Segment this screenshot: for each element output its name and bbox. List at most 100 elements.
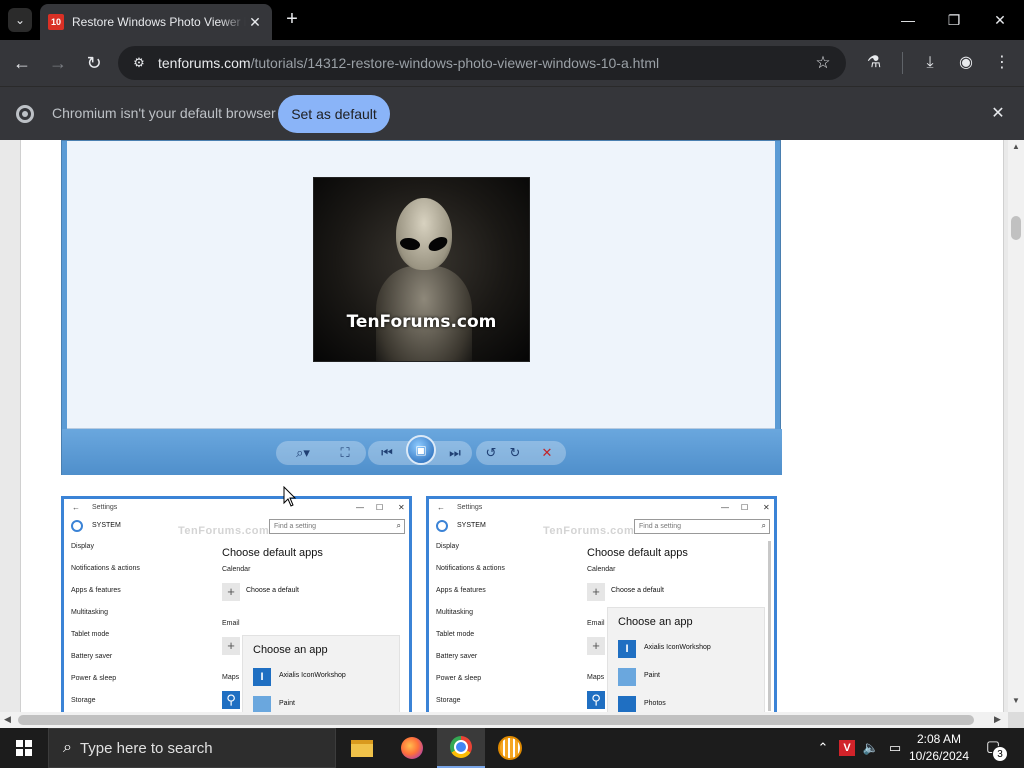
nav-item: Apps & features xyxy=(436,587,486,594)
taskbar-chromium[interactable] xyxy=(437,728,485,768)
horizontal-scroll-thumb[interactable] xyxy=(18,715,974,725)
nav-item: Storage xyxy=(436,697,461,704)
nav-item: Multitasking xyxy=(71,609,108,616)
slideshow-button[interactable]: ▣ xyxy=(406,435,436,465)
site-info-icon[interactable]: ⚙ xyxy=(128,52,150,74)
scroll-right-icon[interactable]: ▶ xyxy=(994,714,1001,725)
taskbar-firefox[interactable] xyxy=(388,728,436,768)
toolbar-divider xyxy=(902,52,903,74)
photo-viewer-screenshot[interactable]: TenForums.com ⌕▾ ⛶ ⏮ ▣ ⏭ ↺ ↻ ✕ xyxy=(61,140,782,475)
settings-heading: Choose default apps xyxy=(587,547,688,559)
nav-item: Tablet mode xyxy=(71,631,110,638)
settings-section: SYSTEM xyxy=(457,522,486,529)
tab-title: Restore Windows Photo Viewer in Windows … xyxy=(72,15,246,29)
maps-app-icon: ⚲ xyxy=(222,691,240,709)
app-name: Photos xyxy=(644,700,666,707)
settings-titlebar: ← Settings — ☐ ✕ xyxy=(64,499,409,519)
plus-icon: + xyxy=(222,583,240,601)
favicon-icon: 10 xyxy=(48,14,64,30)
tab-search-button[interactable]: ⌄ xyxy=(8,8,32,32)
close-window-button[interactable]: ✕ xyxy=(990,10,1010,30)
rotate-right-icon[interactable]: ↻ xyxy=(504,441,526,465)
new-tab-button[interactable]: + xyxy=(282,9,302,30)
scroll-left-icon[interactable]: ◀ xyxy=(4,714,11,725)
taskbar-search-box[interactable]: ⌕ Type here to search xyxy=(48,728,336,768)
reload-button[interactable]: ↻ xyxy=(82,51,106,75)
tray-volume[interactable]: 🔈 xyxy=(860,728,882,768)
web-page: TenForums.com ⌕▾ ⛶ ⏮ ▣ ⏭ ↺ ↻ ✕ ← Setting xyxy=(0,140,1008,712)
tab-close-button[interactable]: ✕ xyxy=(246,13,264,31)
tray-network[interactable]: ▭ xyxy=(884,728,906,768)
nav-item: Battery saver xyxy=(436,653,478,660)
tab-strip: ⌄ 10 Restore Windows Photo Viewer in Win… xyxy=(0,0,1024,40)
next-icon[interactable]: ⏭ xyxy=(444,441,466,465)
profile-button[interactable]: ◉ xyxy=(954,51,978,75)
nav-item: Display xyxy=(436,543,459,550)
menu-button[interactable]: ⋮ xyxy=(990,51,1014,75)
bookmark-star-button[interactable]: ☆ xyxy=(812,52,834,74)
chromium-icon xyxy=(450,736,472,758)
app-name: Paint xyxy=(644,672,660,679)
default-browser-infobar: Chromium isn't your default browser Set … xyxy=(0,86,1024,140)
scrollbar-corner xyxy=(1008,712,1024,728)
notification-count-badge: 3 xyxy=(992,746,1008,762)
minimize-icon: — xyxy=(721,503,729,512)
vlc-icon xyxy=(498,736,522,760)
windows-logo-icon xyxy=(16,740,32,756)
nav-item: Notifications & actions xyxy=(436,565,505,572)
taskbar-vlc[interactable] xyxy=(486,728,534,768)
choose-app-popup: Choose an app I Axialis IconWorkshop Pai… xyxy=(242,635,400,712)
settings-section: SYSTEM xyxy=(92,522,121,529)
forward-button[interactable]: → xyxy=(46,51,70,75)
settings-watermark: TenForums.com xyxy=(543,525,635,537)
nav-item: Storage xyxy=(71,697,96,704)
taskbar-clock[interactable]: 2:08 AM 10/26/2024 xyxy=(906,731,972,765)
minimize-icon: — xyxy=(901,12,915,28)
plus-icon: + xyxy=(222,637,240,655)
vertical-scroll-thumb[interactable] xyxy=(1011,216,1021,240)
infobar-close-button[interactable]: ✕ xyxy=(988,104,1008,124)
minimize-button[interactable]: — xyxy=(898,10,918,30)
tray-overflow-button[interactable]: ⌃ xyxy=(814,728,832,768)
nav-item: Power & sleep xyxy=(71,675,117,682)
start-button[interactable] xyxy=(0,728,48,768)
taskbar-file-explorer[interactable] xyxy=(338,728,386,768)
address-bar[interactable]: ⚙ tenforums.com/tutorials/14312-restore-… xyxy=(118,46,846,80)
iconworkshop-icon: I xyxy=(618,640,636,658)
back-button[interactable]: ← xyxy=(10,51,34,75)
restore-button[interactable]: ❐ xyxy=(944,10,964,30)
previous-icon[interactable]: ⏮ xyxy=(376,441,398,465)
tray-vivaldi[interactable]: V xyxy=(838,728,856,768)
labs-button[interactable]: ⚗ xyxy=(862,51,886,75)
delete-icon[interactable]: ✕ xyxy=(536,441,558,465)
popup-title: Choose an app xyxy=(618,616,693,628)
tab-active[interactable]: 10 Restore Windows Photo Viewer in Windo… xyxy=(40,4,272,40)
actual-size-icon[interactable]: ⛶ xyxy=(334,441,356,465)
nav-item: Multitasking xyxy=(436,609,473,616)
minimize-icon: — xyxy=(356,503,364,512)
vertical-scrollbar[interactable]: ▲ ▼ xyxy=(1008,140,1024,712)
calendar-label: Calendar xyxy=(587,566,616,573)
scroll-up-icon[interactable]: ▲ xyxy=(1012,142,1020,151)
settings-titlebar: ← Settings — ☐ ✕ xyxy=(429,499,774,519)
horizontal-scrollbar[interactable]: ◀ ▶ xyxy=(0,712,1008,728)
clock-date: 10/26/2024 xyxy=(908,749,970,763)
zoom-icon[interactable]: ⌕▾ xyxy=(292,441,314,465)
alien-head xyxy=(396,198,452,270)
set-as-default-button[interactable]: Set as default xyxy=(278,95,390,133)
choose-app-popup: Choose an app I Axialis IconWorkshop Pai… xyxy=(607,607,765,712)
settings-screenshot-2[interactable]: ← Settings — ☐ ✕ SYSTEM Find a setting T… xyxy=(426,496,777,712)
close-icon: ✕ xyxy=(398,503,405,512)
folder-icon xyxy=(351,739,373,757)
paint-icon xyxy=(253,696,271,712)
settings-watermark: TenForums.com xyxy=(178,525,270,537)
rotate-left-icon[interactable]: ↺ xyxy=(480,441,502,465)
email-label: Email xyxy=(587,620,605,627)
slideshow-icon: ▣ xyxy=(415,443,427,457)
download-button[interactable]: ⤓ xyxy=(918,51,942,75)
url-path: /tutorials/14312-restore-windows-photo-v… xyxy=(250,55,660,71)
settings-search-input: Find a setting xyxy=(634,519,770,534)
scroll-down-icon[interactable]: ▼ xyxy=(1012,696,1020,705)
taskbar-search-placeholder: Type here to search xyxy=(79,739,213,757)
settings-screenshot-1[interactable]: ← Settings — ☐ ✕ SYSTEM Find a setting T… xyxy=(61,496,412,712)
